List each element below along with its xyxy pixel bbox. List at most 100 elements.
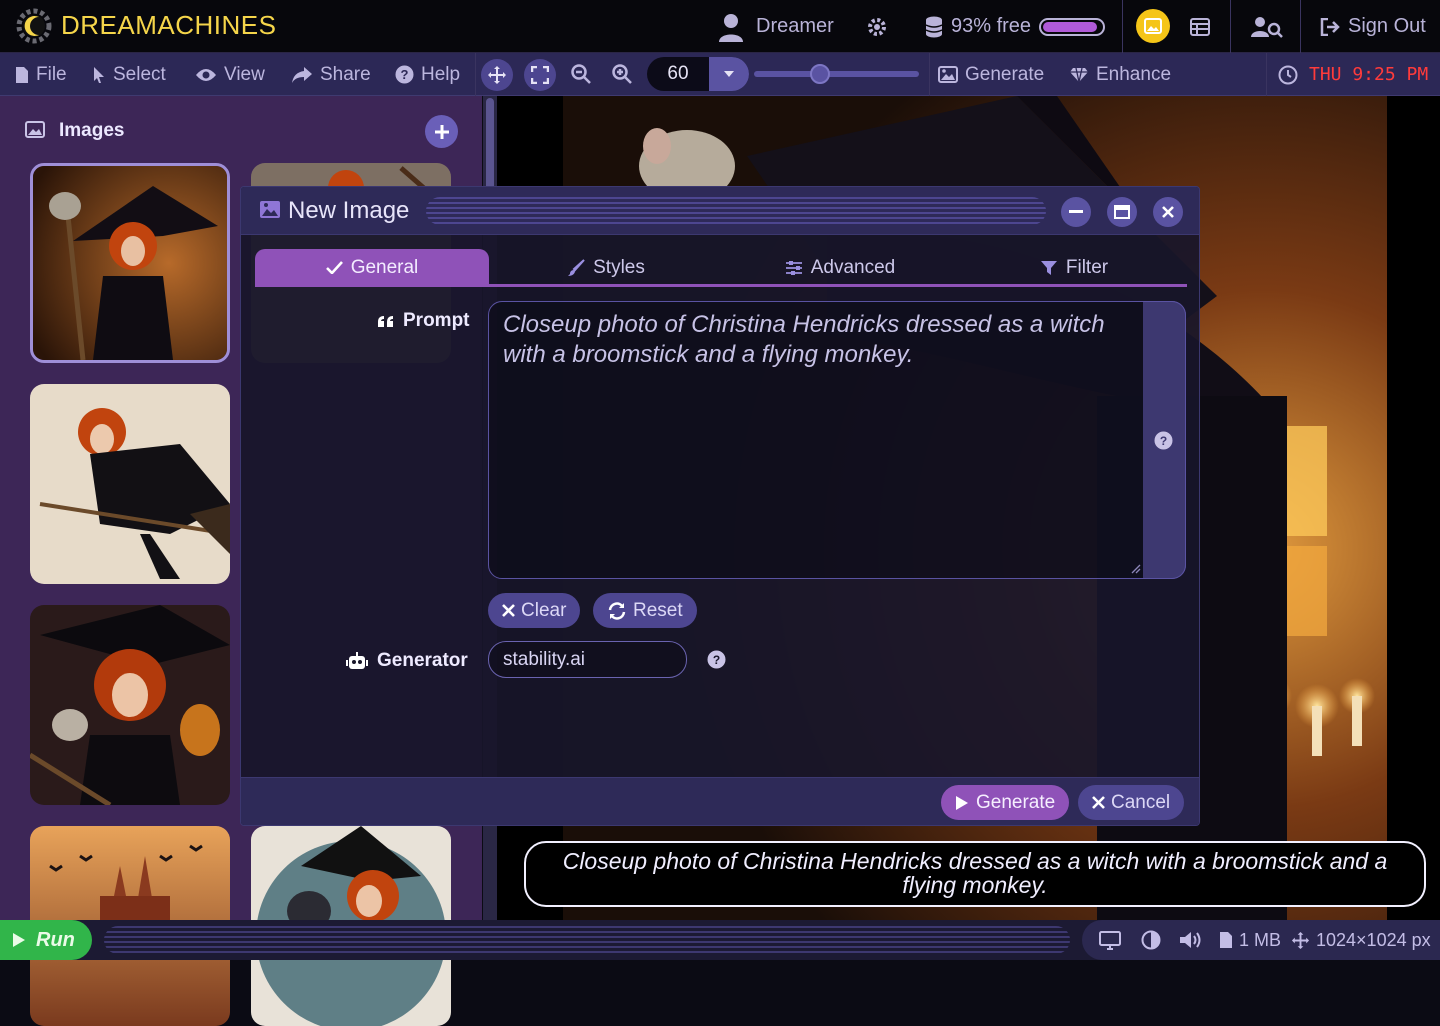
- add-image-button[interactable]: [425, 115, 458, 148]
- image-icon: [938, 66, 958, 83]
- menu-select[interactable]: Select: [92, 53, 166, 96]
- image-dimensions-text: 1024×1024 px: [1316, 929, 1431, 950]
- quote-icon: [378, 315, 393, 327]
- volume-icon: [1180, 932, 1201, 948]
- user-menu[interactable]: Dreamer: [718, 0, 834, 53]
- dialog-drag-handle[interactable]: [426, 197, 1046, 225]
- image-icon: [1144, 18, 1162, 34]
- zoom-slider-thumb[interactable]: [810, 64, 830, 84]
- list-view-button[interactable]: [1190, 0, 1210, 53]
- filter-icon: [1040, 260, 1057, 275]
- close-button[interactable]: [1153, 197, 1183, 227]
- dialog-header[interactable]: New Image: [241, 187, 1199, 235]
- run-label: Run: [36, 928, 75, 951]
- maximize-button[interactable]: [1107, 197, 1137, 227]
- eye-icon: [196, 68, 216, 81]
- play-icon: [13, 933, 25, 947]
- zoom-in-button[interactable]: [612, 64, 632, 84]
- image-icon: [259, 200, 281, 219]
- generate-label: Generate: [976, 791, 1056, 813]
- help-icon: ?: [395, 65, 414, 84]
- cancel-button[interactable]: Cancel: [1078, 785, 1185, 820]
- file-size-text: 1 MB: [1239, 929, 1282, 950]
- menu-generate[interactable]: Generate: [938, 53, 1044, 96]
- status-bar-grip[interactable]: [104, 926, 1070, 954]
- menu-generate-label: Generate: [965, 63, 1045, 85]
- generator-label: Generator: [345, 650, 468, 672]
- tab-filter-label: Filter: [1065, 256, 1109, 278]
- image-thumbnail[interactable]: [30, 384, 230, 584]
- menu-select-label: Select: [113, 63, 166, 85]
- clock: THU 9:25 PM: [1278, 53, 1428, 96]
- generator-field[interactable]: stability.ai: [488, 641, 687, 678]
- contrast-button[interactable]: [1141, 920, 1161, 960]
- tab-styles[interactable]: Styles: [489, 249, 723, 286]
- settings-button[interactable]: [866, 0, 888, 53]
- tab-advanced[interactable]: Advanced: [723, 249, 957, 286]
- sign-out-label: Sign Out: [1348, 15, 1426, 37]
- prompt-text: Closeup photo of Christina Hendricks dre…: [503, 311, 1105, 368]
- menu-view[interactable]: View: [195, 53, 265, 96]
- tab-general[interactable]: General: [255, 249, 489, 286]
- minimize-button[interactable]: [1061, 197, 1091, 227]
- prompt-textarea[interactable]: Closeup photo of Christina Hendricks dre…: [488, 301, 1186, 579]
- zoom-out-icon: [571, 64, 591, 84]
- zoom-dropdown-button[interactable]: [709, 57, 749, 91]
- reset-button[interactable]: Reset: [593, 593, 697, 628]
- image-thumbnail[interactable]: [30, 605, 230, 805]
- user-search-button[interactable]: [1251, 0, 1283, 53]
- image-caption: Closeup photo of Christina Hendricks dre…: [524, 841, 1426, 907]
- run-button[interactable]: Run: [0, 920, 92, 960]
- tab-filter[interactable]: Filter: [957, 249, 1191, 286]
- tab-advanced-label: Advanced: [810, 256, 896, 278]
- dialog-footer: Generate Cancel: [241, 777, 1199, 825]
- pan-tool-button[interactable]: [481, 59, 513, 91]
- caret-down-icon: [724, 71, 734, 77]
- user-search-icon: [1251, 16, 1283, 38]
- image-thumbnail[interactable]: [30, 163, 230, 363]
- generate-button[interactable]: Generate: [941, 785, 1070, 820]
- menu-help[interactable]: ? Help: [395, 53, 460, 96]
- menu-share-label: Share: [320, 63, 371, 85]
- close-icon: [1092, 796, 1105, 809]
- refresh-icon: [608, 601, 626, 620]
- display-button[interactable]: [1099, 920, 1121, 960]
- zoom-slider-track[interactable]: [754, 71, 919, 77]
- menu-enhance[interactable]: Enhance: [1069, 53, 1171, 96]
- plus-icon: [434, 124, 449, 139]
- table-icon: [1190, 17, 1210, 36]
- menu-share[interactable]: Share: [291, 53, 371, 96]
- menu-file[interactable]: File: [15, 53, 67, 96]
- play-icon: [956, 795, 968, 810]
- menu-help-label: Help: [421, 63, 461, 85]
- gem-icon: [1070, 67, 1088, 82]
- expand-icon: [531, 66, 549, 84]
- zoom-input[interactable]: 60: [647, 57, 709, 91]
- gallery-toggle-button[interactable]: [1136, 9, 1170, 43]
- prompt-label-text: Prompt: [403, 310, 470, 331]
- svg-text:?: ?: [1160, 434, 1167, 448]
- storage-text: 93% free: [951, 15, 1032, 37]
- app-logo-text: DREAMACHINES: [61, 10, 277, 40]
- new-image-dialog: New Image General Styles Advanced Filter…: [240, 186, 1200, 826]
- database-icon: [925, 16, 943, 37]
- zoom-out-button[interactable]: [571, 64, 591, 84]
- menu-view-label: View: [224, 63, 265, 85]
- top-bar: DREAMACHINES Dreamer 93% free Sign Out: [0, 0, 1440, 53]
- prompt-help-icon[interactable]: ?: [1154, 431, 1173, 450]
- user-name: Dreamer: [756, 15, 834, 37]
- pointer-icon: [94, 66, 104, 83]
- volume-button[interactable]: [1179, 920, 1205, 960]
- sign-out-button[interactable]: Sign Out: [1320, 0, 1426, 53]
- resize-grip-icon[interactable]: [1131, 564, 1141, 574]
- cancel-label: Cancel: [1111, 791, 1171, 813]
- robot-icon: [346, 652, 368, 669]
- generator-help-icon[interactable]: ?: [707, 650, 726, 669]
- reset-label: Reset: [633, 599, 683, 621]
- images-icon: [25, 121, 45, 138]
- fit-screen-button[interactable]: [524, 59, 556, 91]
- sidebar-scrollbar-thumb[interactable]: [486, 98, 494, 198]
- dialog-title: New Image: [288, 197, 410, 224]
- move-arrows-icon: [1291, 931, 1310, 949]
- clear-button[interactable]: Clear: [488, 593, 581, 628]
